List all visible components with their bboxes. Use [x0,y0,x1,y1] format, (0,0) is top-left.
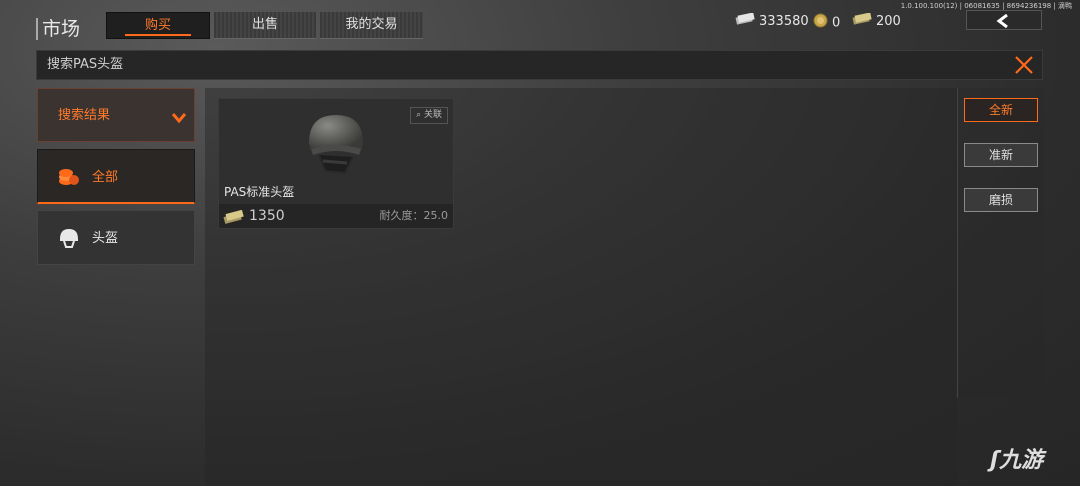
cash-stack-icon [223,209,245,228]
coins-icon [58,167,80,191]
item-footer: 1350 耐久度：25.0 [219,204,453,228]
gold-coin-balance: 0 [813,13,841,31]
item-name: PAS标准头盔 [224,185,295,199]
sidebar-item-helmet[interactable]: 头盔 [37,210,195,265]
tab-my-trades[interactable]: 我的交易 [320,12,423,39]
gold-coin-icon [813,13,828,33]
helmet-icon [58,227,80,253]
silver-cash-icon [735,12,755,30]
search-results-dropdown[interactable]: 搜索结果 [37,88,195,142]
helmet-image [305,111,367,185]
chevron-left-icon [995,13,1013,32]
condition-like-new-button[interactable]: 准新 [964,143,1038,167]
watermark-icon: ʃ [990,448,1000,473]
tab-sell[interactable]: 出售 [214,12,316,39]
relate-button[interactable]: ⌕ 关联 [410,107,448,124]
tab-buy[interactable]: 购买 [106,12,210,39]
back-button[interactable] [966,10,1042,30]
search-bar[interactable]: 搜索PAS头盔 [36,50,1043,80]
page-title: 市场 [36,18,80,40]
sidebar-item-all[interactable]: 全部 [37,149,195,204]
search-input[interactable]: 搜索PAS头盔 [47,51,123,79]
cash-stack-balance: 200 [852,12,901,30]
item-durability: 耐久度：25.0 [379,209,449,222]
condition-filter-panel [957,88,1044,398]
relate-label: 关联 [423,110,442,120]
cash-stack-value: 200 [876,14,901,29]
watermark-text: 九游 [999,448,1044,473]
item-price: 1350 [249,208,285,224]
condition-new-button[interactable]: 全新 [964,98,1038,122]
item-card[interactable]: ⌕ 关联 PAS标准头盔 1350 耐久度：25.0 [218,98,454,229]
search-results-label: 搜索结果 [58,108,111,123]
chevron-down-icon [171,109,187,128]
watermark-logo: ʃ九游 [990,442,1043,474]
search-icon: ⌕ [416,110,422,120]
gold-coin-value: 0 [832,15,841,31]
silver-cash-balance: 333580 [735,12,809,30]
sidebar-item-label: 头盔 [92,231,119,246]
close-icon[interactable] [1014,55,1034,75]
silver-cash-value: 333580 [759,14,809,29]
cash-stack-icon [852,12,872,30]
sidebar-item-label: 全部 [92,170,119,185]
condition-worn-button[interactable]: 磨损 [964,188,1038,212]
